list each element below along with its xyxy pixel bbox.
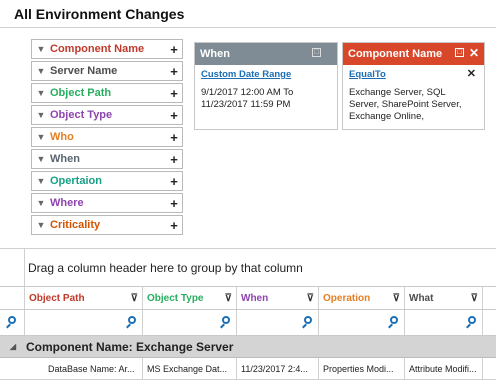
filter-label: Component Name: [50, 43, 145, 55]
cell-operation: Properties Modi...: [319, 358, 405, 379]
filter-component-name[interactable]: ▼ Component Name +: [31, 39, 183, 59]
search-icon[interactable]: [8, 316, 16, 324]
cell-object-path: DataBase Name: Ar...: [44, 358, 143, 379]
search-cell[interactable]: [25, 310, 143, 335]
filter-criticality[interactable]: ▼ Criticality +: [31, 215, 183, 235]
date-range-value: 9/1/2017 12:00 AM To 11/23/2017 11:59 PM: [201, 87, 294, 110]
page-title: All Environment Changes: [14, 6, 185, 22]
filter-icon: ▼: [36, 220, 46, 230]
add-filter-icon[interactable]: +: [166, 108, 182, 123]
group-by-hint[interactable]: Drag a column header here to group by th…: [28, 261, 303, 275]
filter-where[interactable]: ▼ Where +: [31, 193, 183, 213]
column-spacer: [0, 287, 25, 309]
cell-what: Attribute Modifi...: [405, 358, 483, 379]
filter-label: Where: [50, 197, 84, 209]
table-row[interactable]: DataBase Name: Ar... MS Exchange Dat... …: [0, 358, 496, 380]
column-header-object-path[interactable]: Object Path ⊽: [25, 287, 143, 309]
filter-when[interactable]: ▼ When +: [31, 149, 183, 169]
search-icon[interactable]: [390, 316, 398, 324]
title-divider: [0, 27, 496, 28]
column-label: When: [241, 292, 269, 304]
equal-to-link[interactable]: EqualTo: [349, 69, 478, 81]
filter-icon[interactable]: ⊽: [131, 293, 138, 304]
filter-label: Who: [50, 131, 74, 143]
search-icon[interactable]: [222, 316, 230, 324]
cell-when: 11/23/2017 2:4...: [237, 358, 319, 379]
add-filter-icon[interactable]: +: [166, 196, 182, 211]
add-filter-icon[interactable]: +: [166, 86, 182, 101]
search-cell[interactable]: [0, 310, 25, 335]
add-filter-icon[interactable]: +: [166, 64, 182, 79]
collapse-icon[interactable]: ◢: [0, 342, 26, 351]
when-filter-card: When □ Custom Date Range 9/1/2017 12:00 …: [194, 42, 338, 130]
group-row[interactable]: ◢ Component Name: Exchange Server: [0, 336, 496, 358]
filter-operation[interactable]: ▼ Opertaion +: [31, 171, 183, 191]
add-filter-icon[interactable]: +: [166, 42, 182, 57]
filter-label: Object Type: [50, 109, 113, 121]
filter-icon: ▼: [36, 66, 46, 76]
grid-search-row: [0, 310, 496, 336]
add-filter-icon[interactable]: +: [166, 218, 182, 233]
filter-icon: ▼: [36, 132, 46, 142]
filter-icon: ▼: [36, 176, 46, 186]
when-card-header: When □: [195, 43, 337, 65]
filter-object-path[interactable]: ▼ Object Path +: [31, 83, 183, 103]
grid-header-row: Object Path ⊽ Object Type ⊽ When ⊽ Opera…: [0, 286, 496, 310]
row-spacer: [0, 358, 25, 379]
column-header-operation[interactable]: Operation ⊽: [319, 287, 405, 309]
filter-list: ▼ Component Name + ▼ Server Name + ▼ Obj…: [31, 39, 183, 237]
cell-object-type: MS Exchange Dat...: [143, 358, 237, 379]
filter-label: Criticality: [50, 219, 101, 231]
date-range-link[interactable]: Custom Date Range: [201, 69, 331, 81]
filter-icon: ▼: [36, 88, 46, 98]
column-header-what[interactable]: What ⊽: [405, 287, 483, 309]
filter-icon[interactable]: ⊽: [471, 293, 478, 304]
component-card-title: Component Name: [348, 48, 443, 60]
search-cell[interactable]: [319, 310, 405, 335]
filter-icon: ▼: [36, 154, 46, 164]
filter-label: Server Name: [50, 65, 118, 77]
column-label: Object Type: [147, 292, 204, 304]
column-label: Object Path: [29, 292, 85, 304]
when-card-title: When: [200, 48, 230, 60]
group-label: Component Name: Exchange Server: [26, 339, 234, 354]
search-icon[interactable]: [468, 316, 476, 324]
column-label: Operation: [323, 292, 371, 304]
component-filter-card: Component Name □ ✕ EqualTo ✕ Exchange Se…: [342, 42, 485, 130]
add-filter-icon[interactable]: +: [166, 174, 182, 189]
add-filter-icon[interactable]: +: [166, 130, 182, 145]
column-header-object-type[interactable]: Object Type ⊽: [143, 287, 237, 309]
filter-icon: ▼: [36, 198, 46, 208]
filter-server-name[interactable]: ▼ Server Name +: [31, 61, 183, 81]
filter-object-type[interactable]: ▼ Object Type +: [31, 105, 183, 125]
filter-label: Opertaion: [50, 175, 102, 187]
close-icon[interactable]: ✕: [469, 46, 479, 60]
grid-left-divider: [24, 248, 25, 286]
component-values: Exchange Server, SQL Server, SharePoint …: [349, 87, 462, 122]
filter-icon: ▼: [36, 110, 46, 120]
filter-icon[interactable]: ⊽: [393, 293, 400, 304]
remove-icon[interactable]: ✕: [467, 68, 476, 80]
search-icon[interactable]: [304, 316, 312, 324]
search-cell[interactable]: [405, 310, 483, 335]
filter-who[interactable]: ▼ Who +: [31, 127, 183, 147]
column-label: What: [409, 292, 434, 304]
column-header-when[interactable]: When ⊽: [237, 287, 319, 309]
filter-icon[interactable]: ⊽: [307, 293, 314, 304]
add-filter-icon[interactable]: +: [166, 152, 182, 167]
minimize-icon[interactable]: □: [312, 48, 321, 57]
search-cell[interactable]: [237, 310, 319, 335]
component-card-header: Component Name □ ✕: [343, 43, 484, 65]
filter-icon[interactable]: ⊽: [225, 293, 232, 304]
filter-icon: ▼: [36, 44, 46, 54]
search-cell[interactable]: [143, 310, 237, 335]
filter-label: Object Path: [50, 87, 112, 99]
search-icon[interactable]: [128, 316, 136, 324]
minimize-icon[interactable]: □: [455, 48, 464, 57]
filter-label: When: [50, 153, 80, 165]
